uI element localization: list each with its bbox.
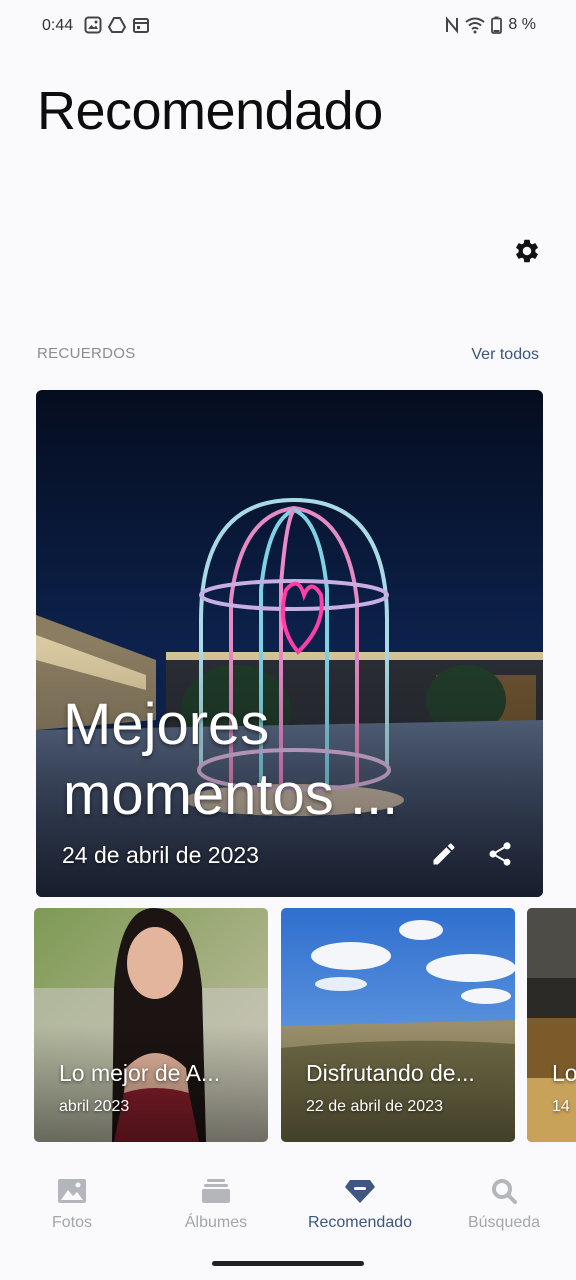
gear-icon (516, 239, 538, 263)
diamond-icon (345, 1180, 375, 1203)
nav-item-photos[interactable]: Fotos (0, 1174, 144, 1244)
memory-card-title: Lo mejor de A... (59, 1060, 221, 1086)
settings-button[interactable] (508, 232, 546, 270)
see-all-link[interactable]: Ver todos (471, 346, 539, 364)
albums-icon (202, 1179, 230, 1203)
home-indicator[interactable] (212, 1261, 364, 1266)
section-label-memories: RECUERDOS (37, 345, 136, 362)
featured-memory-card[interactable]: Mejores momentos ... 24 de abril de 2023 (36, 390, 543, 897)
status-notification-icons (84, 16, 150, 34)
nav-label-albums: Álbumes (184, 1214, 248, 1231)
edit-button[interactable] (426, 836, 462, 872)
bottom-navigation: Fotos Álbumes Recomendado Búsqueda (0, 1160, 576, 1250)
share-button[interactable] (482, 836, 518, 872)
battery-percentage: 8 % (508, 16, 536, 33)
memory-card-title: Lo (552, 1060, 576, 1086)
status-time: 0:44 (42, 17, 74, 34)
memory-card-date: 22 de abril de 2023 (306, 1098, 443, 1115)
nav-item-search[interactable]: Búsqueda (432, 1174, 576, 1244)
battery-icon (491, 16, 503, 34)
memory-card-date: 14 (552, 1098, 570, 1115)
gallery-icon (84, 16, 102, 34)
nav-label-search: Búsqueda (467, 1214, 541, 1231)
share-icon (489, 842, 511, 866)
calendar-icon (133, 18, 149, 33)
page-title: Recomendado (37, 81, 383, 141)
memory-card[interactable]: Lo 14 (527, 908, 576, 1142)
nfc-icon (446, 16, 459, 34)
memory-card[interactable]: Disfrutando de... 22 de abril de 2023 (281, 908, 515, 1142)
featured-memory-date: 24 de abril de 2023 (62, 842, 259, 868)
memory-card-title: Disfrutando de... (306, 1060, 475, 1086)
nav-item-albums[interactable]: Álbumes (144, 1174, 288, 1244)
search-icon (492, 1179, 517, 1204)
nav-label-recommended: Recomendado (307, 1214, 413, 1231)
featured-memory-title: Mejores momentos ... (63, 692, 399, 827)
memory-card-date: abril 2023 (59, 1098, 130, 1115)
nav-label-photos: Fotos (51, 1214, 92, 1231)
pencil-icon (433, 843, 455, 865)
photos-icon (58, 1179, 86, 1203)
drive-icon (108, 17, 126, 33)
status-bar: 0:44 8 % (0, 0, 576, 52)
status-system-icons: 8 % (445, 16, 536, 34)
nav-item-recommended[interactable]: Recomendado (288, 1174, 432, 1244)
wifi-icon (465, 17, 486, 34)
memory-card[interactable]: Lo mejor de A... abril 2023 (34, 908, 268, 1142)
